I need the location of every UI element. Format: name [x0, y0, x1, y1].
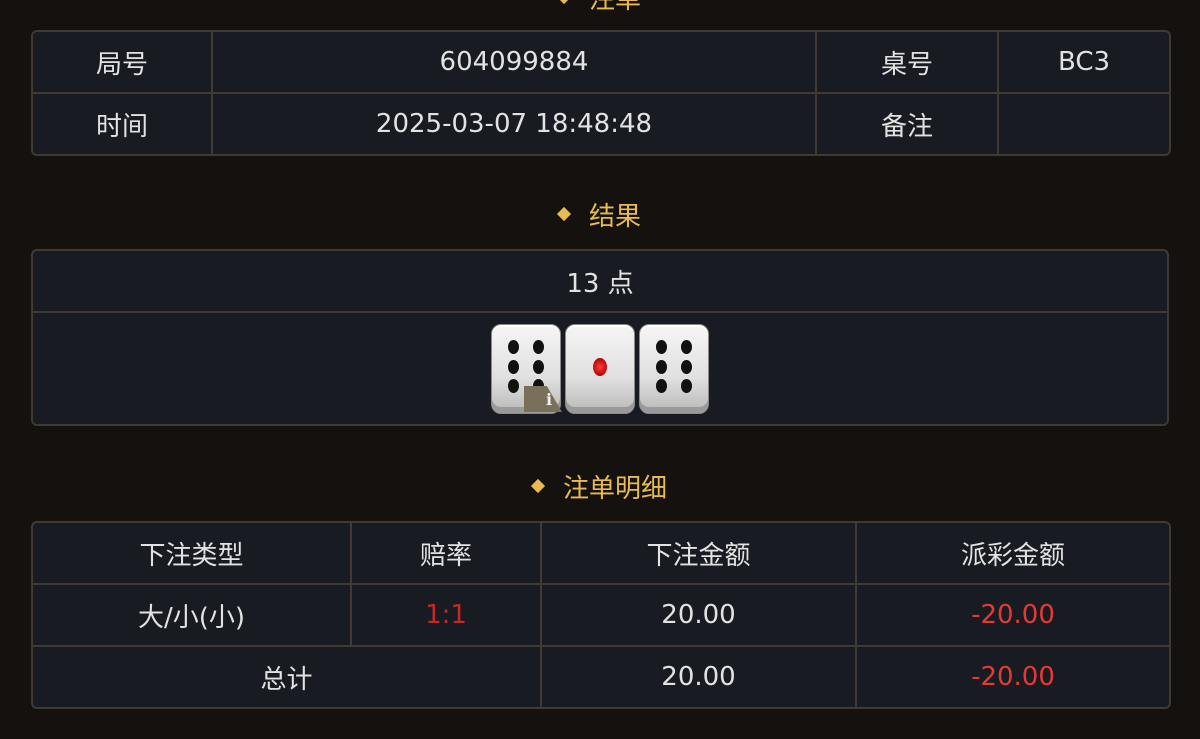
bet-section-title-text: 注单 — [588, 0, 641, 15]
header-bet-amount: 下注金额 — [542, 523, 857, 585]
header-odds: 赔率 — [352, 523, 542, 585]
bet-info-row-round: 局号 604099884 桌号 BC3 — [33, 32, 1169, 94]
total-label: 总计 — [33, 647, 542, 707]
total-payout-amount: -20.00 — [971, 662, 1055, 692]
die-pip — [656, 340, 668, 355]
row-bet-amount: 20.00 — [542, 585, 857, 647]
round-label: 局号 — [33, 32, 213, 94]
bet-detail-table: 下注类型 赔率 下注金额 派彩金额 大/小(小) 1:1 20.00 -20.0… — [31, 521, 1171, 709]
die-pip — [680, 379, 692, 394]
result-dice-row: i — [33, 313, 1167, 424]
detail-section-title-text: 注单明细 — [562, 474, 667, 504]
total-row: 总计 20.00 -20.00 — [33, 647, 1169, 707]
dice-group — [33, 323, 1167, 414]
diamond-icon — [530, 478, 546, 493]
round-value: 604099884 — [213, 32, 817, 94]
die-pip — [532, 340, 544, 355]
table-label: 桌号 — [817, 32, 999, 94]
total-bet-amount: 20.00 — [542, 647, 857, 707]
bet-info-table: 局号 604099884 桌号 BC3 时间 2025-03-07 18:48:… — [31, 30, 1171, 156]
dice-cell: i — [33, 313, 1167, 424]
note-label: 备注 — [817, 94, 999, 154]
row-bet-type: 大/小(小) — [33, 585, 352, 647]
die-pip — [680, 359, 692, 374]
die-pip — [532, 359, 544, 374]
header-payout-amount: 派彩金额 — [857, 523, 1169, 585]
result-section-title-text: 结果 — [588, 202, 641, 232]
row-payout-amount: -20.00 — [857, 585, 1169, 647]
result-points-row: 13 点 — [33, 251, 1167, 313]
die-pip — [508, 359, 520, 374]
diamond-icon — [556, 0, 572, 4]
result-table: 13 点 i — [31, 249, 1169, 426]
die-2 — [565, 323, 635, 414]
header-bet-type: 下注类型 — [33, 523, 352, 585]
die-pip — [680, 340, 692, 355]
diamond-icon — [556, 206, 572, 221]
die-pip — [593, 357, 607, 376]
bet-info-row-time: 时间 2025-03-07 18:48:48 备注 — [33, 94, 1169, 154]
bet-section-title: 注单 — [0, 0, 1200, 17]
time-label: 时间 — [33, 94, 213, 154]
bet-detail-page: 注单 局号 604099884 桌号 BC3 时间 2025-03-07 18:… — [0, 0, 1200, 739]
row-odds: 1:1 — [352, 585, 542, 647]
die-pip — [656, 379, 668, 394]
die-pip — [656, 359, 668, 374]
note-value — [999, 94, 1169, 154]
result-section-title: 结果 — [0, 200, 1200, 234]
table-row: 大/小(小) 1:1 20.00 -20.00 — [33, 585, 1169, 647]
time-value: 2025-03-07 18:48:48 — [213, 94, 817, 154]
table-value: BC3 — [999, 32, 1169, 94]
result-points: 13 点 — [33, 251, 1167, 313]
die-pip — [508, 340, 520, 355]
detail-header-row: 下注类型 赔率 下注金额 派彩金额 — [33, 523, 1169, 585]
die-pip — [508, 379, 520, 394]
die-3 — [639, 323, 709, 414]
detail-section-title: 注单明细 — [0, 472, 1200, 506]
